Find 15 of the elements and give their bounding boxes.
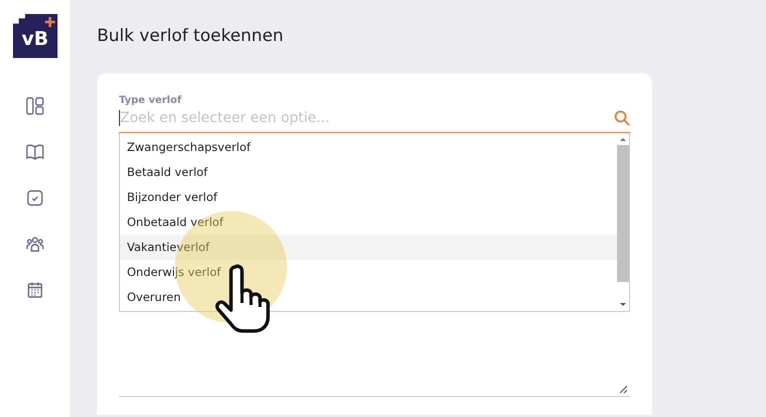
option-item[interactable]: Overuren (120, 285, 617, 310)
resize-grip-icon[interactable] (619, 385, 628, 394)
page-title: Bulk verlof toekennen (97, 26, 284, 46)
field-label: Type verlof (119, 95, 182, 106)
option-item[interactable]: Betaald verlof (120, 160, 617, 185)
scroll-down-icon[interactable] (618, 302, 628, 308)
option-item[interactable]: Bijzonder verlof (120, 185, 617, 210)
option-item[interactable]: Onderwijs verlof (120, 260, 617, 285)
option-item[interactable]: Zwangerschapsverlof (120, 135, 617, 160)
app-logo: vB (12, 14, 58, 58)
search-icon[interactable] (614, 110, 630, 126)
option-item[interactable]: Vakantieverlof (120, 235, 617, 260)
scroll-up-icon[interactable] (618, 136, 628, 142)
plus-icon (44, 17, 54, 27)
option-item[interactable]: Onbetaald verlof (120, 210, 617, 235)
